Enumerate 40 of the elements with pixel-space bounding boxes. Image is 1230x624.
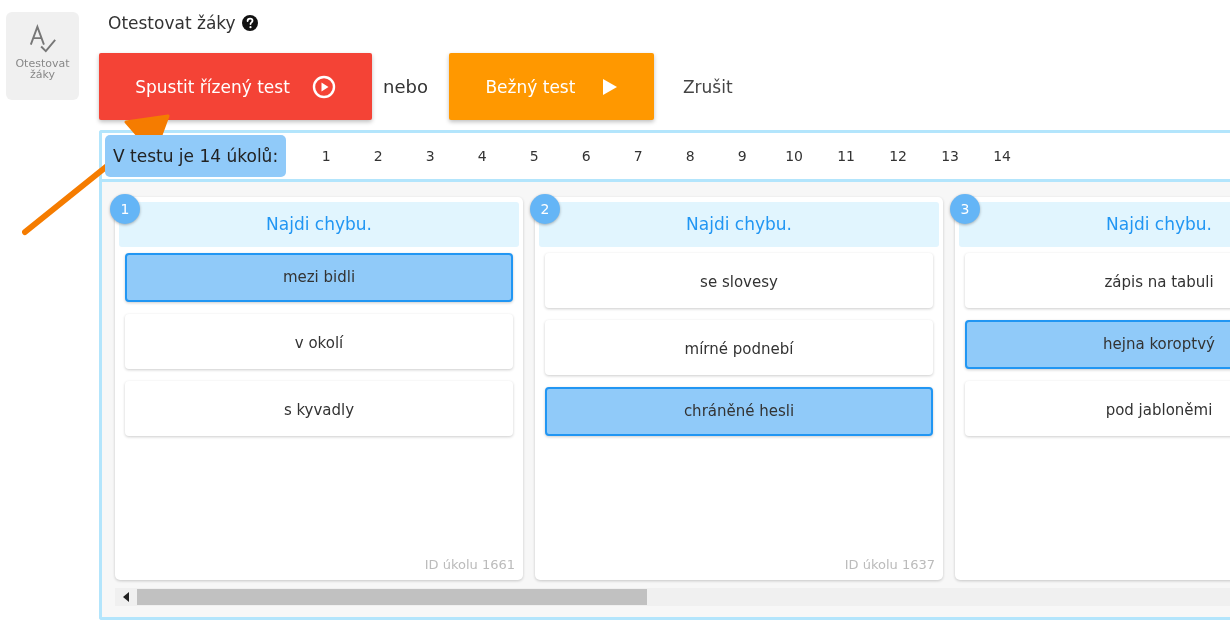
answer-option[interactable]: hejna koroptvý (965, 320, 1230, 369)
task-number-link[interactable]: 6 (560, 148, 613, 164)
scroll-left-icon[interactable] (123, 592, 129, 602)
answer-option[interactable]: zápis na tabuli (965, 253, 1230, 308)
task-number-link[interactable]: 4 (456, 148, 509, 164)
task-number-link[interactable]: 7 (612, 148, 665, 164)
task-id: ID úkolu 1661 (424, 557, 515, 572)
page-title: Otestovat žáky (108, 13, 236, 33)
play-circle-icon (311, 74, 336, 99)
task-number-link[interactable]: 14 (976, 148, 1029, 164)
help-icon[interactable] (241, 15, 258, 31)
answer-option[interactable]: se slovesy (545, 253, 933, 308)
task-number-link[interactable]: 11 (820, 148, 873, 164)
task-number-link[interactable]: 9 (716, 148, 769, 164)
task-id: ID úkolu 1637 (844, 557, 935, 572)
task-number-badge: 2 (530, 194, 560, 224)
task-number-link[interactable]: 3 (404, 148, 457, 164)
answer-option[interactable]: pod jabloněmi (965, 381, 1230, 436)
letter-check-icon (27, 24, 58, 54)
answer-option[interactable]: mezi bidli (125, 253, 513, 302)
answer-option[interactable]: v okolí (125, 314, 513, 369)
task-number-link[interactable]: 1 (300, 148, 353, 164)
task-count-label: V testu je 14 úkolů: (105, 135, 287, 177)
answer-option[interactable]: mírné podnebí (545, 320, 933, 375)
answer-option[interactable]: chráněné hesli (545, 387, 933, 436)
task-number-link[interactable]: 2 (352, 148, 405, 164)
answer-option[interactable]: s kyvadly (125, 381, 513, 436)
scrollbar-thumb[interactable] (137, 589, 647, 605)
task-number-badge: 1 (110, 194, 140, 224)
task-number-link[interactable]: 12 (872, 148, 925, 164)
horizontal-scrollbar[interactable] (115, 588, 1230, 606)
start-guided-test-button[interactable]: Spustit řízený test (99, 53, 372, 120)
cancel-link[interactable]: Zrušit (682, 76, 733, 97)
play-icon (603, 78, 618, 95)
task-number-link[interactable]: 8 (664, 148, 717, 164)
task-number-link[interactable]: 5 (508, 148, 561, 164)
task-number-link[interactable]: 10 (768, 148, 821, 164)
separator-text: nebo (383, 76, 428, 97)
task-number-link[interactable]: 13 (924, 148, 977, 164)
task-number-badge: 3 (950, 194, 980, 224)
